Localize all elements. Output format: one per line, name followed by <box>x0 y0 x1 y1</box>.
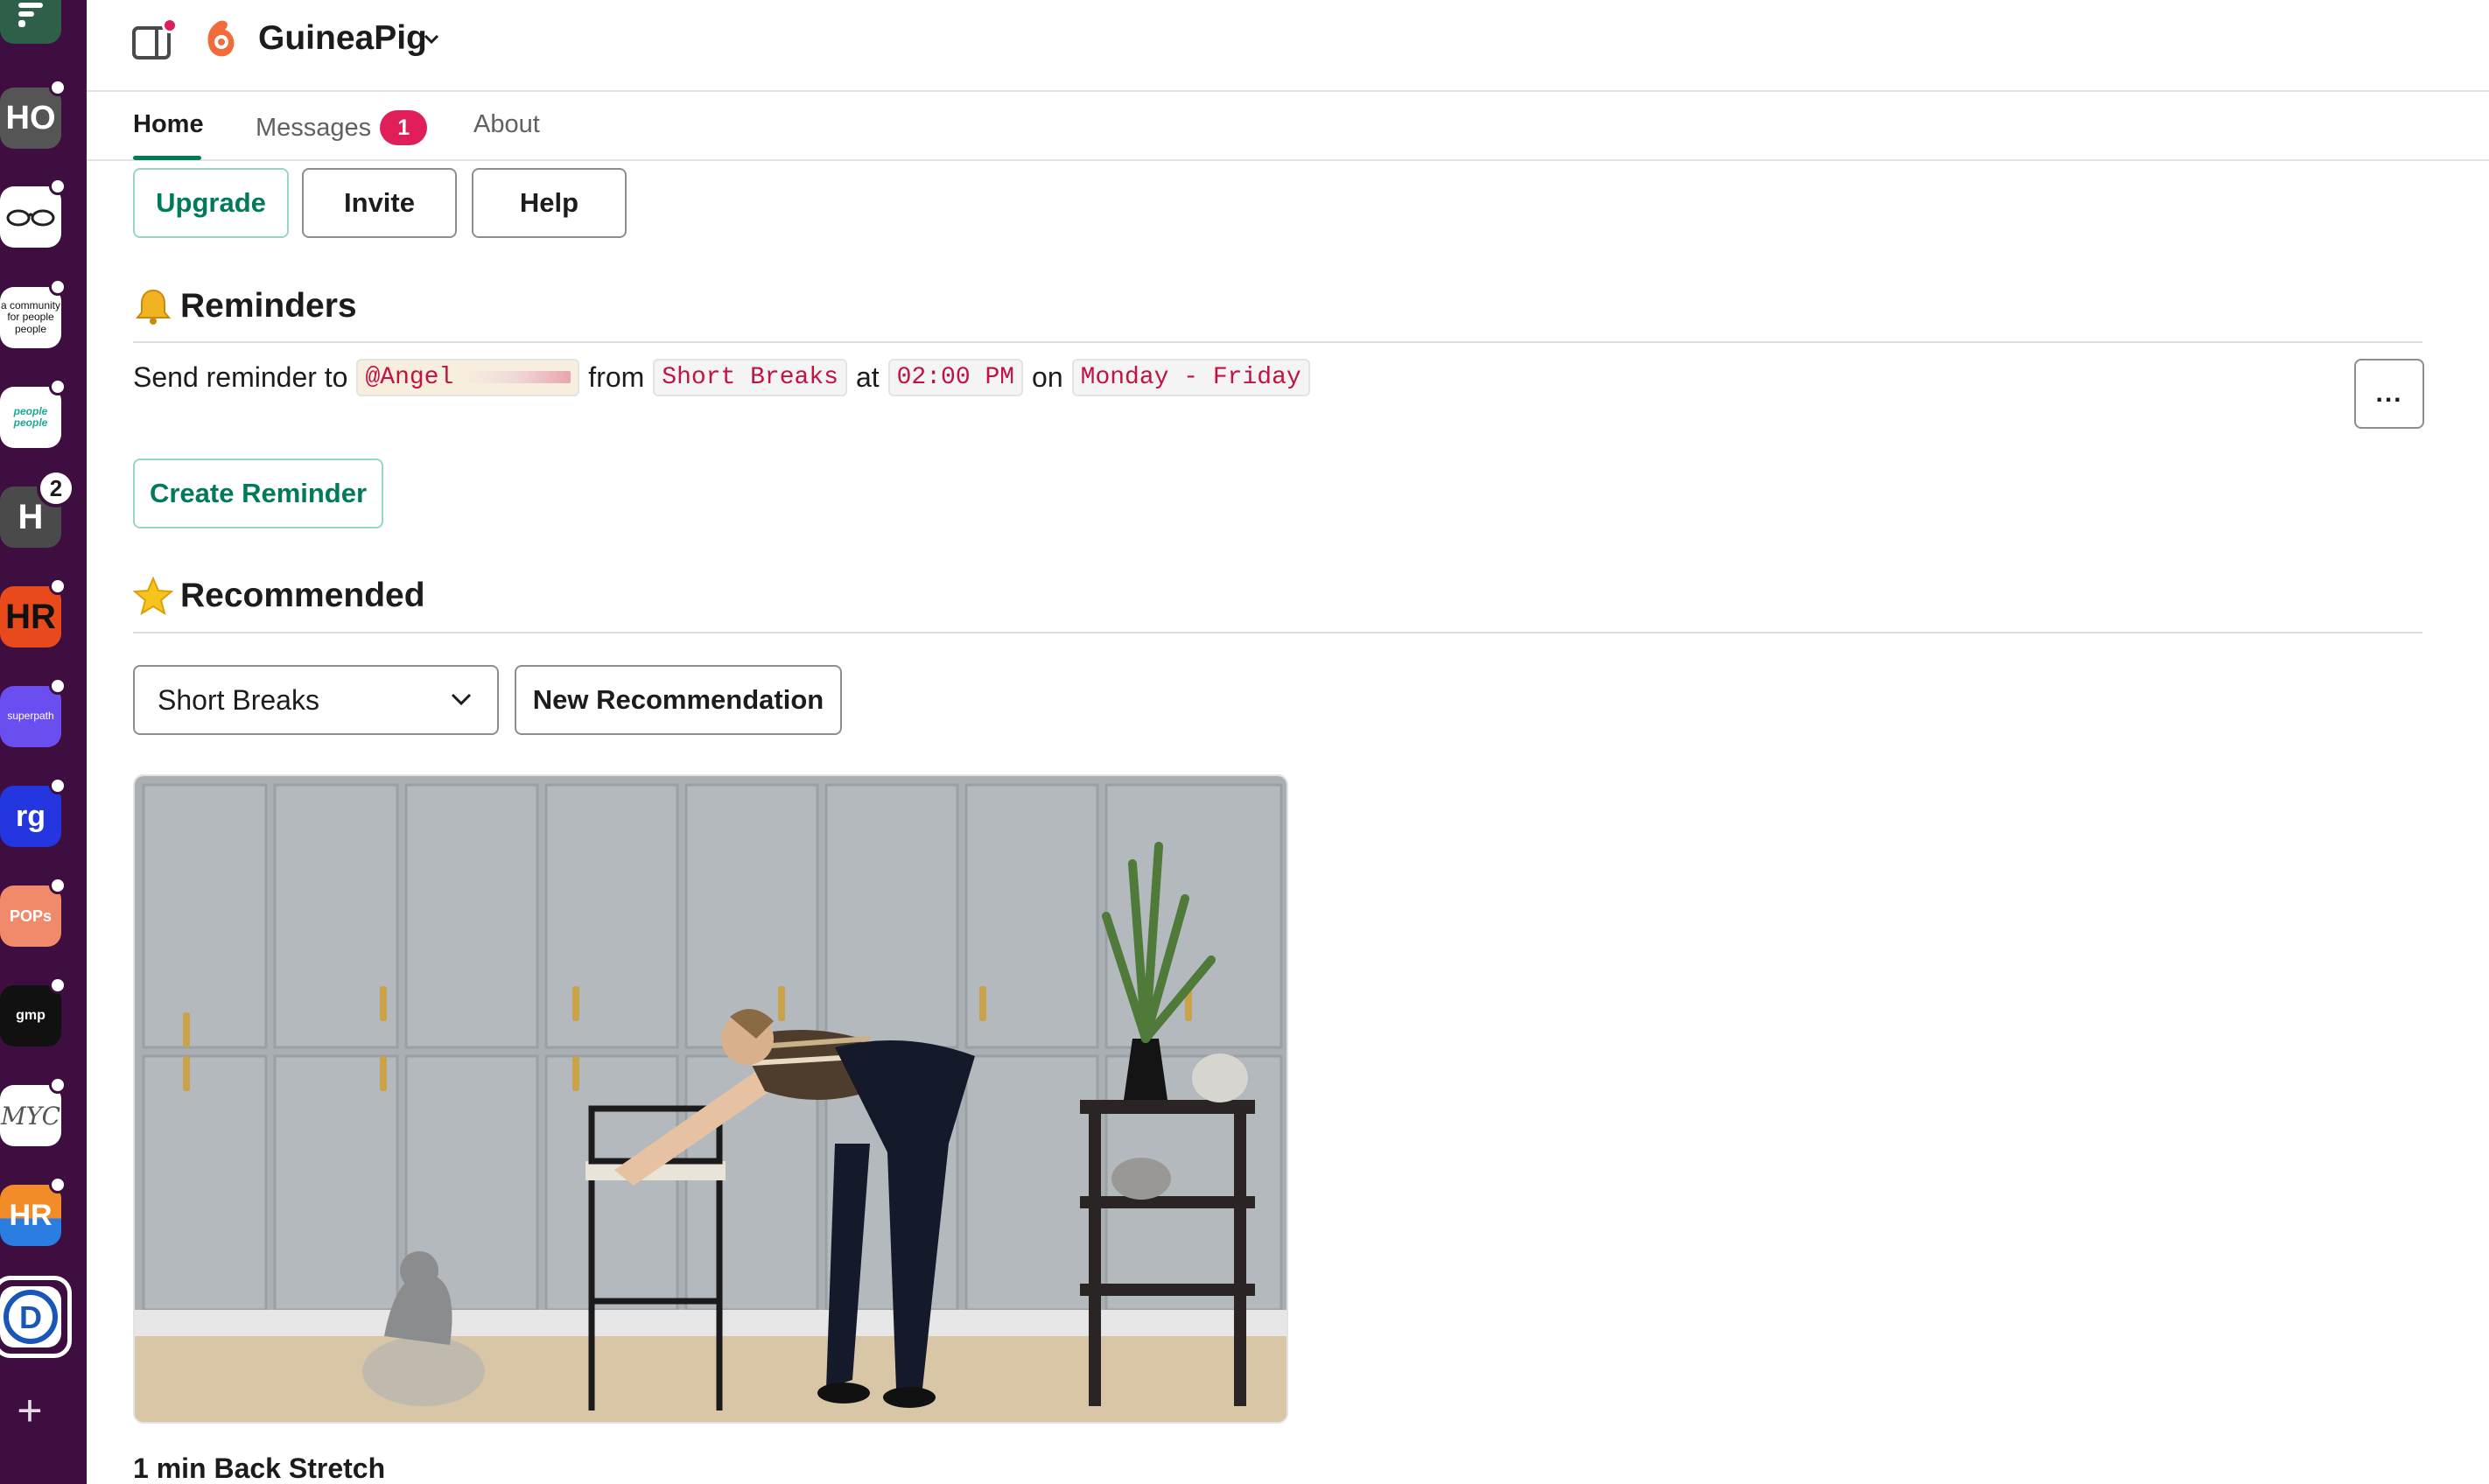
redacted-text <box>466 370 571 383</box>
workspace-icon-rg[interactable]: rg <box>0 786 61 847</box>
workspace-icon-hacking-hr[interactable]: HR <box>0 586 61 648</box>
workspace-icon-d[interactable]: D <box>0 1286 61 1348</box>
recommended-heading: Recommended <box>133 576 425 616</box>
reminder-days: Monday - Friday <box>1071 359 1310 396</box>
chevron-down-icon <box>451 693 472 706</box>
tab-bar: Home Messages 1 About <box>87 93 2489 161</box>
unread-dot <box>49 378 67 396</box>
workspace-icon-1[interactable] <box>0 0 61 44</box>
workspace-icon-gmp[interactable]: gmp <box>0 985 61 1046</box>
tab-messages[interactable]: Messages 1 <box>256 110 428 145</box>
invite-button[interactable]: Invite <box>302 168 457 238</box>
workspace-icon-myc[interactable]: MYC <box>0 1085 61 1146</box>
workspace-icon-hr-mavericks[interactable]: HR <box>0 1185 61 1246</box>
add-workspace-button[interactable]: + <box>12 1389 47 1432</box>
tab-about[interactable]: About <box>473 110 540 139</box>
app-header: GuineaPig <box>87 0 2489 92</box>
unread-dot <box>49 79 67 96</box>
unread-dot <box>49 877 67 894</box>
unread-dot <box>49 278 67 296</box>
reminder-time: 02:00 PM <box>887 359 1024 396</box>
new-recommendation-button[interactable]: New Recommendation <box>515 665 842 735</box>
guineapig-logo-icon <box>207 20 235 57</box>
glasses-icon <box>6 209 55 227</box>
reminder-category: Short Breaks <box>653 359 847 396</box>
create-reminder-button[interactable]: Create Reminder <box>133 458 383 528</box>
unread-dot <box>49 178 67 195</box>
workspace-icon-people[interactable]: people people <box>0 387 61 448</box>
video-title: 1 min Back Stretch <box>133 1452 386 1484</box>
unread-dot <box>49 1076 67 1094</box>
d-logo-icon: D <box>4 1290 58 1344</box>
bell-icon <box>135 289 172 325</box>
workspace-icon-pops[interactable]: POPs <box>0 886 61 947</box>
chevron-down-icon[interactable] <box>423 26 440 54</box>
help-button[interactable]: Help <box>472 168 627 238</box>
workspace-logo-icon <box>18 3 43 27</box>
reminder-more-button[interactable]: ... <box>2354 359 2424 429</box>
workspace-rail: HO a community for people people people … <box>0 0 87 1484</box>
divider <box>133 632 2422 634</box>
unread-dot <box>49 578 67 595</box>
workspace-icon-superpath[interactable]: superpath <box>0 686 61 747</box>
category-select[interactable]: Short Breaks <box>133 665 499 735</box>
reminder-row: Send reminder to @Angel from Short Break… <box>133 359 1310 396</box>
svg-text:D: D <box>19 1299 42 1335</box>
active-tab-indicator <box>133 156 201 160</box>
messages-count-badge: 1 <box>380 110 428 145</box>
back-stretch-illustration <box>135 776 1287 1422</box>
exercise-image[interactable] <box>133 774 1288 1424</box>
star-icon <box>133 576 173 616</box>
unread-dot <box>49 976 67 994</box>
unread-dot <box>49 677 67 695</box>
workspace-icon-community[interactable]: a community for people people <box>0 287 61 348</box>
unread-dot <box>49 777 67 794</box>
upgrade-button[interactable]: Upgrade <box>133 168 289 238</box>
divider <box>133 341 2422 343</box>
reminders-heading: Reminders <box>133 286 357 326</box>
reminder-user: @Angel <box>356 359 580 396</box>
workspace-icon-glasses[interactable] <box>0 186 61 248</box>
mention-count-badge: 2 <box>37 469 75 508</box>
unread-dot <box>49 1176 67 1194</box>
app-title[interactable]: GuineaPig <box>258 19 427 58</box>
notification-dot <box>162 18 178 33</box>
tab-home[interactable]: Home <box>133 110 204 139</box>
workspace-icon-ho[interactable]: HO <box>0 88 61 149</box>
